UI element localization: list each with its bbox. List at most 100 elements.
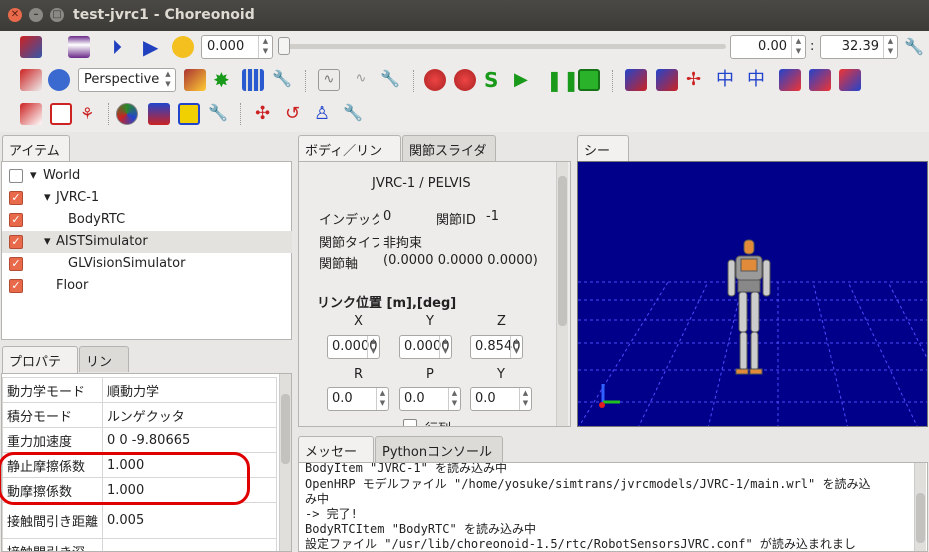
position-x-spinbox[interactable]: 0.0000 ▲ ▼ [327, 335, 380, 359]
position-y-spinbox[interactable]: 0.0000 ▲ ▼ [399, 335, 452, 359]
table-row[interactable]: 重力加速度 0 0 -9.80665 [2, 427, 277, 453]
tab-properties[interactable]: プロパティ [2, 346, 78, 389]
body-link-panel: JVRC-1 / PELVIS インデックス 0 関節ID -1 関節タイプ 非… [298, 161, 571, 427]
view-move-icon[interactable] [48, 69, 70, 91]
time-slider-handle[interactable] [278, 37, 290, 55]
body-chain-icon[interactable]: ⚘ [80, 103, 102, 125]
toolbar-separator [305, 70, 307, 92]
properties-scrollbar[interactable] [279, 374, 291, 551]
matrix-checkbox[interactable] [403, 419, 417, 426]
expand-arrow-icon[interactable]: ▾ [44, 234, 51, 249]
rotation-p-spinbox[interactable]: 0.0 ▲ ▼ [399, 387, 461, 411]
expand-arrow-icon[interactable]: ▾ [30, 168, 37, 183]
message-scrollbar[interactable] [914, 463, 926, 551]
pose-icon-2[interactable] [656, 69, 678, 91]
pose-icon-7[interactable] [809, 69, 831, 91]
tree-item-jvrc1[interactable]: ✓ ▾ JVRC-1 [2, 187, 292, 209]
time-spinbox[interactable]: 0.000 ▲ ▼ [201, 35, 273, 59]
sim-step-icon[interactable]: ▶ [514, 69, 536, 91]
rotation-y-spinbox[interactable]: 0.0 ▲ ▼ [470, 387, 532, 411]
table-row[interactable]: 接触間引き深 [2, 538, 277, 551]
view-mode-select[interactable]: Perspective ▲ ▼ [78, 68, 176, 92]
graph-icon[interactable]: ∿ [318, 69, 340, 91]
joint-id-label: 関節ID [436, 213, 476, 228]
checkbox[interactable]: ✓ [9, 235, 23, 249]
checkbox[interactable]: ✓ [9, 257, 23, 271]
tree-item-floor[interactable]: ✓ Floor [2, 275, 292, 297]
checkbox[interactable]: ✓ [9, 191, 23, 205]
wrench-icon[interactable]: 🔧 [343, 103, 365, 125]
sim-settings-icon[interactable]: S [484, 69, 506, 91]
kinematics-icon[interactable]: ✣ [255, 103, 277, 125]
sim-pause-icon[interactable]: ❚❚ [546, 69, 580, 91]
maximize-icon[interactable]: □ [50, 8, 64, 22]
rotation-r-spinbox[interactable]: 0.0 ▲ ▼ [327, 387, 389, 411]
pose-icon-4[interactable]: 中 [716, 69, 738, 91]
tab-python-console[interactable]: Pythonコンソール [375, 436, 503, 462]
tab-scene[interactable]: シーン [577, 135, 629, 178]
close-icon[interactable]: ✕ [8, 8, 22, 22]
pose-icon-6[interactable] [779, 69, 801, 91]
zmp-icon[interactable] [178, 103, 200, 125]
table-row[interactable]: 動力学モード 順動力学 [2, 377, 277, 403]
checkbox[interactable]: ✓ [9, 279, 23, 293]
scroll-thumb[interactable] [558, 176, 567, 326]
sim-restart-icon[interactable] [454, 69, 476, 91]
wrench-icon[interactable]: 🔧 [272, 69, 294, 91]
light-icon[interactable]: ✸ [213, 69, 235, 91]
position-z-spinbox[interactable]: 0.8540 ▲ ▼ [470, 335, 523, 359]
wrench-icon[interactable]: 🔧 [208, 103, 230, 125]
play-icon[interactable]: ▶ [143, 36, 165, 58]
robot-model [727, 239, 771, 375]
joint-type-label: 関節タイプ [319, 236, 379, 251]
load-icon[interactable] [20, 36, 42, 58]
expand-arrow-icon[interactable]: ▾ [44, 190, 51, 205]
tab-joint-slider[interactable]: 関節スライダ [402, 135, 496, 161]
pose-icon-5[interactable]: 中 [747, 69, 769, 91]
project-icon[interactable] [68, 36, 90, 58]
wrench-icon[interactable]: 🔧 [380, 69, 402, 91]
checkbox[interactable]: ✓ [9, 213, 23, 227]
table-row[interactable]: 接触間引き距離 0.005 [2, 502, 277, 539]
tree-item-world[interactable]: ▾ World [2, 165, 292, 187]
toolbar-scene: Perspective ▲ ▼ ✸ 🔧 ∿ ∿ 🔧 S ▶ ❚❚ ✢ 中 中 [0, 64, 929, 97]
robot-pose-icon[interactable]: ♙ [314, 103, 336, 125]
pose-icon-8[interactable] [839, 69, 861, 91]
z-label: Z [497, 314, 506, 329]
tab-items[interactable]: アイテム [2, 135, 70, 162]
sim-start-icon[interactable] [424, 69, 446, 91]
body-panel-scrollbar[interactable] [556, 162, 568, 426]
tab-links[interactable]: リンク [79, 346, 129, 389]
body-link-icon[interactable] [50, 103, 72, 125]
body-select-icon[interactable] [20, 103, 42, 125]
pose-icon-1[interactable] [625, 69, 647, 91]
scene-viewport[interactable] [577, 161, 928, 427]
time-end-spinbox[interactable]: 32.39 ▲ ▼ [820, 35, 898, 59]
tree-item-glvisionsimulator[interactable]: ✓ GLVisionSimulator [2, 253, 292, 275]
table-row[interactable]: 積分モード ルンゲクッタ [2, 402, 277, 428]
message-line: 設定ファイル "/usr/lib/choreonoid-1.5/rtc/Robo… [305, 537, 856, 551]
refresh-time-icon[interactable] [172, 36, 194, 58]
edit-mode-icon[interactable] [20, 69, 42, 91]
tree-item-aistsimulator[interactable]: ✓ ▾ AISTSimulator [2, 231, 292, 253]
minimize-icon[interactable]: – [29, 8, 43, 22]
tab-body-link[interactable]: ボディ／リンク [298, 135, 401, 178]
grid-icon[interactable] [242, 69, 264, 91]
play-from-start-icon[interactable]: ⏵ [112, 36, 134, 58]
scroll-thumb[interactable] [916, 493, 925, 543]
pose-icon-3[interactable]: ✢ [686, 69, 708, 91]
undo-icon[interactable]: ↺ [285, 103, 307, 125]
time-start-spinbox[interactable]: 0.00 ▲ ▼ [730, 35, 806, 59]
time-slider[interactable] [280, 44, 726, 49]
scroll-thumb[interactable] [281, 394, 290, 464]
sim-stop-icon[interactable] [578, 69, 600, 91]
pitch-label: P [426, 367, 434, 382]
wrench-icon[interactable]: 🔧 [904, 37, 926, 59]
graph-velocity-icon[interactable]: ∿ [350, 69, 372, 91]
tree-item-bodyrtc[interactable]: ✓ BodyRTC [2, 209, 292, 231]
render-icon[interactable] [184, 69, 206, 91]
checkbox[interactable] [9, 169, 23, 183]
com-icon[interactable] [148, 103, 170, 125]
tab-message[interactable]: メッセージ [298, 436, 374, 479]
collision-icon[interactable] [116, 103, 138, 125]
